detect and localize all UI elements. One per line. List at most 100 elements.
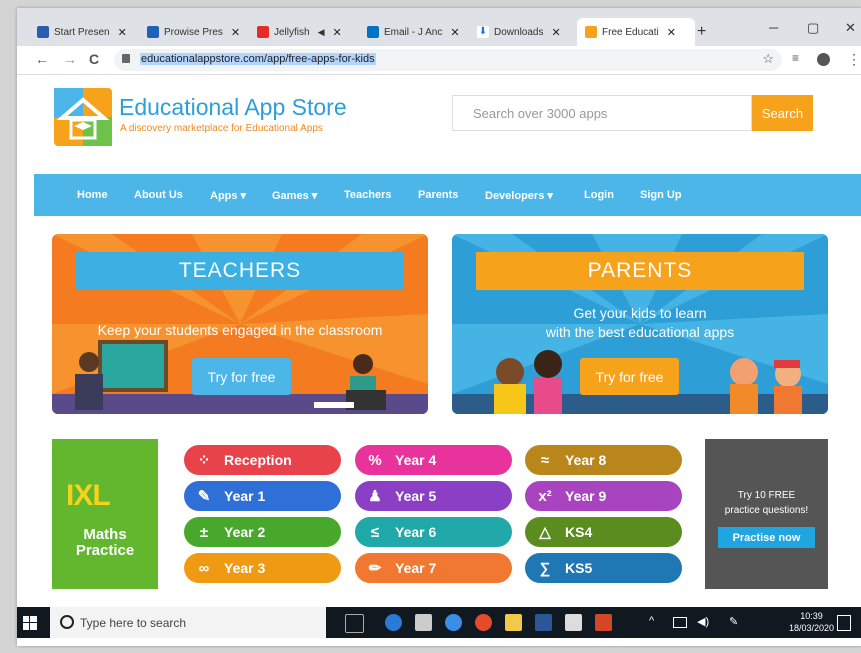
- parents-try-button[interactable]: Try for free: [580, 358, 679, 395]
- ixl-practice-label: Practice: [75, 542, 135, 559]
- minimize-icon[interactable]: ─: [769, 20, 778, 35]
- teachers-try-button[interactable]: Try for free: [192, 358, 291, 395]
- nav-about-us[interactable]: About Us: [134, 189, 183, 201]
- educational-app-store-logo[interactable]: [54, 88, 112, 146]
- nav-sign-up[interactable]: Sign Up: [640, 189, 682, 201]
- nav-teachers[interactable]: Teachers: [344, 189, 392, 201]
- year-label: Year 8: [565, 452, 607, 468]
- year-icon: ≤: [370, 523, 380, 541]
- taskbar-clock[interactable]: 10:39 18/03/2020: [789, 610, 834, 634]
- parents-ribbon: PARENTS: [476, 252, 804, 290]
- tab-close-icon[interactable]: ✕: [667, 26, 676, 39]
- tab-close-icon[interactable]: ✕: [333, 26, 342, 39]
- teachers-text: Keep your students engaged in the classr…: [97, 322, 383, 338]
- audio-playing-icon[interactable]: ◀: [318, 27, 325, 38]
- powerpoint-icon[interactable]: [595, 614, 612, 631]
- nav-games[interactable]: Games ▾: [272, 189, 317, 202]
- nav-login[interactable]: Login: [584, 189, 614, 201]
- tab-label: Free Educati: [602, 26, 659, 38]
- year-label: Year 6: [395, 524, 437, 540]
- tab-close-icon[interactable]: ✕: [551, 26, 560, 39]
- windows-start-icon[interactable]: [23, 616, 37, 630]
- app-icon[interactable]: [565, 614, 582, 631]
- tab-prowise[interactable]: Prowise Pres ✕: [147, 18, 253, 46]
- ie-icon[interactable]: [445, 614, 462, 631]
- taskbar-search-input[interactable]: Type here to search: [50, 607, 326, 638]
- site-title[interactable]: Educational App Store: [119, 94, 347, 121]
- nav-apps[interactable]: Apps ▾: [210, 189, 246, 202]
- site-tagline: A discovery marketplace for Educational …: [120, 123, 323, 134]
- address-bar-row: ← → C educationalappstore.com/app/free-a…: [17, 46, 861, 75]
- notifications-icon[interactable]: [837, 615, 851, 631]
- lock-icon: [122, 54, 130, 63]
- search-button[interactable]: Search: [752, 95, 813, 131]
- nav-home[interactable]: Home: [77, 189, 108, 201]
- ixl-logo: IXL: [66, 479, 111, 512]
- tab-email[interactable]: Email - J Anc ✕: [367, 18, 473, 46]
- chrome-icon[interactable]: [475, 614, 492, 631]
- pen-icon[interactable]: ✎: [729, 615, 738, 628]
- year-label: Year 4: [395, 452, 437, 468]
- omnibox[interactable]: educationalappstore.com/app/free-apps-fo…: [114, 49, 782, 71]
- site-search-input[interactable]: Search over 3000 apps: [452, 95, 752, 131]
- promo-line-2: practice questions!: [724, 505, 809, 516]
- url-text[interactable]: educationalappstore.com/app/free-apps-fo…: [140, 53, 376, 65]
- new-tab-button[interactable]: +: [697, 18, 706, 46]
- maximize-icon[interactable]: ▢: [807, 20, 819, 36]
- tab-jellyfish[interactable]: Jellyfish ◀ ✕: [257, 18, 363, 46]
- task-view-icon[interactable]: [345, 614, 364, 633]
- year-label: Year 1: [224, 488, 266, 504]
- reload-icon[interactable]: C: [89, 51, 99, 67]
- ixl-maths-tile[interactable]: IXL Maths Practice: [52, 439, 158, 589]
- forward-icon[interactable]: →: [63, 51, 77, 67]
- year-icon: ∑: [539, 559, 551, 577]
- profile-avatar-icon[interactable]: [817, 53, 830, 66]
- practise-now-button[interactable]: Practise now: [718, 527, 815, 548]
- reading-list-icon[interactable]: ≡: [792, 51, 799, 65]
- browser-menu-icon[interactable]: ⋮: [847, 51, 861, 68]
- year-button-ks5[interactable]: ∑ KS5: [525, 553, 682, 583]
- year-label: Year 9: [565, 488, 607, 504]
- year-button-year-5[interactable]: ♟ Year 5: [355, 481, 512, 511]
- tab-close-icon[interactable]: ✕: [450, 26, 459, 39]
- teachers-banner[interactable]: TEACHERS Keep your students engaged in t…: [52, 234, 428, 414]
- bookmark-star-icon[interactable]: ☆: [762, 51, 774, 67]
- year-button-year-8[interactable]: ≈ Year 8: [525, 445, 682, 475]
- year-button-year-7[interactable]: ✏ Year 7: [355, 553, 512, 583]
- year-icon: ∞: [198, 559, 210, 577]
- back-icon[interactable]: ←: [35, 51, 49, 67]
- year-button-ks4[interactable]: △ KS4: [525, 517, 682, 547]
- tab-label: Email - J Anc: [384, 26, 443, 38]
- year-button-year-3[interactable]: ∞ Year 3: [184, 553, 341, 583]
- year-icon: ±: [199, 523, 209, 541]
- parents-banner[interactable]: PARENTS Get your kids to learn with the …: [452, 234, 828, 414]
- windows-taskbar: Type here to search ^ ◀) ✎ 10:39 18/03/2…: [17, 607, 861, 638]
- clock-time: 10:39: [800, 611, 823, 621]
- store-icon[interactable]: [415, 614, 432, 631]
- year-button-year-6[interactable]: ≤ Year 6: [355, 517, 512, 547]
- year-button-year-2[interactable]: ± Year 2: [184, 517, 341, 547]
- year-button-year-4[interactable]: % Year 4: [355, 445, 512, 475]
- nav-parents[interactable]: Parents: [418, 189, 458, 201]
- tab-downloads[interactable]: ⬇ Downloads ✕: [477, 18, 583, 46]
- tab-free-educational[interactable]: Free Educati ✕: [577, 18, 695, 46]
- taskbar-search-placeholder: Type here to search: [80, 616, 187, 630]
- close-window-icon[interactable]: ✕: [845, 20, 856, 36]
- site-favicon-icon: [585, 26, 597, 38]
- year-button-year-9[interactable]: x² Year 9: [525, 481, 682, 511]
- tab-close-icon[interactable]: ✕: [231, 26, 240, 39]
- year-button-reception[interactable]: ⁘ Reception: [184, 445, 341, 475]
- edge-icon[interactable]: [385, 614, 402, 631]
- tab-start-presentation[interactable]: Start Presen ✕: [37, 18, 143, 46]
- nav-developers[interactable]: Developers ▾: [485, 189, 553, 202]
- year-icon: %: [368, 451, 382, 469]
- year-icon: ✎: [197, 488, 211, 505]
- outlook-icon: [367, 26, 379, 38]
- tray-chevron-icon[interactable]: ^: [649, 615, 654, 627]
- volume-icon[interactable]: ◀): [697, 615, 709, 628]
- year-button-year-1[interactable]: ✎ Year 1: [184, 481, 341, 511]
- tab-close-icon[interactable]: ✕: [118, 26, 127, 39]
- network-icon[interactable]: [673, 617, 687, 628]
- file-explorer-icon[interactable]: [505, 614, 522, 631]
- word-icon[interactable]: [535, 614, 552, 631]
